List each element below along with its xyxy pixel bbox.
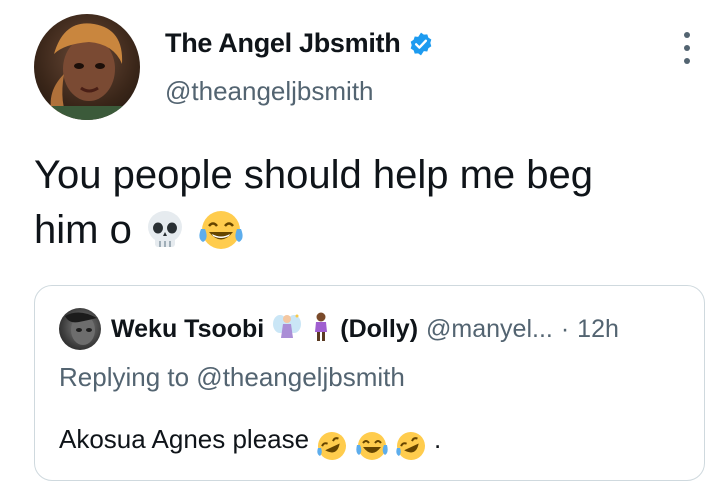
more-dot xyxy=(684,32,690,38)
author-avatar[interactable] xyxy=(34,14,140,120)
quoted-tweet-text-body: Akosua Agnes please xyxy=(59,424,310,454)
quoted-tweet-text-end: . xyxy=(434,424,442,454)
verified-badge-icon xyxy=(408,31,434,57)
quoted-author-name[interactable]: Weku Tsoobi xyxy=(111,315,264,344)
standing-person-emoji-icon xyxy=(310,312,332,347)
author-name-text: The Angel Jbsmith xyxy=(165,28,401,58)
tweet-text-line2: him o xyxy=(34,208,132,252)
separator-dot: · xyxy=(560,314,570,343)
more-dot xyxy=(684,45,690,51)
author-display-name[interactable]: The Angel Jbsmith xyxy=(165,28,434,59)
tweet-text-line: You people should help me beg xyxy=(34,153,593,197)
more-options-icon[interactable] xyxy=(680,32,694,64)
rolling-laughing-emoji-icon xyxy=(316,430,348,463)
rolling-laughing-emoji-icon xyxy=(395,430,427,463)
fairy-emoji-icon xyxy=(272,312,302,347)
quoted-author-name-suffix[interactable]: (Dolly) xyxy=(340,315,418,344)
skull-emoji-icon xyxy=(143,209,187,266)
tweet-text: You people should help me beg him o xyxy=(34,148,674,266)
tears-of-joy-emoji-icon xyxy=(355,430,388,463)
author-handle[interactable]: @theangeljbsmith xyxy=(165,76,374,107)
quoted-author-avatar[interactable] xyxy=(59,308,101,350)
quoted-author-handle[interactable]: @manyel... xyxy=(426,315,553,344)
quoted-tweet-card[interactable]: Weku Tsoobi (Dolly) @manyel... · 12h Rep… xyxy=(34,285,705,481)
quoted-tweet-text: Akosua Agnes please . xyxy=(59,424,441,463)
tears-of-joy-emoji-icon xyxy=(198,209,244,266)
quoted-tweet-timestamp[interactable]: 12h xyxy=(577,315,619,344)
quoted-tweet-header: Weku Tsoobi (Dolly) @manyel... · 12h xyxy=(59,308,619,350)
replying-to-line[interactable]: Replying to @theangeljbsmith xyxy=(59,362,405,393)
more-dot xyxy=(684,58,690,64)
tweet-text-line: him o xyxy=(34,203,674,266)
